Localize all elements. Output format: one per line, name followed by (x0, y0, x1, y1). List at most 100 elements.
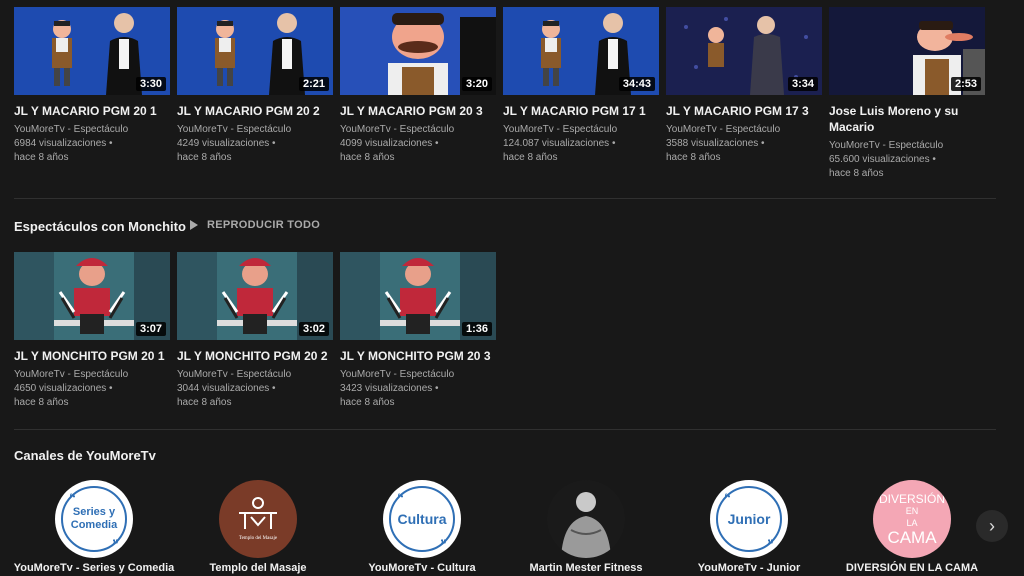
video-title[interactable]: Jose Luis Moreno y su Macario (829, 103, 985, 135)
view-count: 4249 visualizaciones • (177, 138, 276, 149)
video-thumbnail[interactable]: 3:07 (14, 252, 170, 340)
channel-name[interactable]: YouMoreTv - Espectáculo (340, 368, 496, 382)
view-count: 65.600 visualizaciones • (829, 154, 936, 165)
video-title[interactable]: JL Y MACARIO PGM 20 2 (177, 103, 333, 119)
video-card[interactable]: 3:30 JL Y MACARIO PGM 20 1 YouMoreTv - E… (14, 7, 170, 181)
channel-avatar[interactable]: DIVERSIÓN EN LA CAMA (873, 480, 951, 558)
channel-title[interactable]: DIVERSIÓN EN LA CAMA (830, 562, 994, 574)
video-card[interactable]: 2:21 JL Y MACARIO PGM 20 2 YouMoreTv - E… (177, 7, 333, 181)
temple-logo-icon (235, 497, 281, 536)
channel-name[interactable]: YouMoreTv - Espectáculo (340, 123, 496, 137)
upload-age: hace 8 años (340, 152, 395, 163)
video-thumbnail[interactable]: 3:30 (14, 7, 170, 95)
logo-text: EN (905, 505, 919, 516)
channel-name[interactable]: YouMoreTv - Espectáculo (503, 123, 659, 137)
video-thumbnail[interactable]: 3:02 (177, 252, 333, 340)
video-title[interactable]: JL Y MONCHITO PGM 20 3 (340, 348, 496, 364)
duration-badge: 3:02 (298, 322, 329, 336)
video-card[interactable]: 2:53 Jose Luis Moreno y su Macario YouMo… (829, 7, 985, 181)
video-card[interactable]: 34:43 JL Y MACARIO PGM 17 1 YouMoreTv - … (503, 7, 659, 181)
video-meta: YouMoreTv - Espectáculo 3423 visualizaci… (340, 368, 496, 410)
view-count: 4650 visualizaciones • (14, 383, 113, 394)
duration-badge: 1:36 (461, 322, 492, 336)
video-title[interactable]: JL Y MACARIO PGM 20 3 (340, 103, 496, 119)
channel-item[interactable]: DIVERSIÓN EN LA CAMA DIVERSIÓN EN LA CAMA (830, 480, 994, 574)
video-title[interactable]: JL Y MACARIO PGM 20 1 (14, 103, 170, 119)
video-thumbnail[interactable]: 3:34 (666, 7, 822, 95)
channel-avatar[interactable]: “ Series y Comedia ” (55, 480, 133, 558)
upload-age: hace 8 años (829, 168, 884, 179)
logo-text: DIVERSIÓN (878, 491, 945, 506)
upload-age: hace 8 años (14, 152, 69, 163)
upload-age: hace 8 años (177, 397, 232, 408)
duration-badge: 3:30 (135, 77, 166, 91)
duration-badge: 3:07 (135, 322, 166, 336)
view-count: 3588 visualizaciones • (666, 138, 765, 149)
section-divider (14, 198, 996, 199)
section-divider (14, 429, 996, 430)
video-card[interactable]: 3:20 JL Y MACARIO PGM 20 3 YouMoreTv - E… (340, 7, 496, 181)
video-card[interactable]: 3:02 JL Y MONCHITO PGM 20 2 YouMoreTv - … (177, 252, 333, 410)
channel-avatar[interactable]: Templo del Masaje (219, 480, 297, 558)
play-icon (190, 220, 198, 230)
fitness-person-icon (561, 492, 611, 558)
channel-item[interactable]: Martin Mester Fitness (504, 480, 668, 574)
video-card[interactable]: 3:34 JL Y MACARIO PGM 17 3 YouMoreTv - E… (666, 7, 822, 181)
video-title[interactable]: JL Y MONCHITO PGM 20 2 (177, 348, 333, 364)
video-meta: YouMoreTv - Espectáculo 4650 visualizaci… (14, 368, 170, 410)
video-thumbnail[interactable]: 1:36 (340, 252, 496, 340)
video-card[interactable]: 1:36 JL Y MONCHITO PGM 20 3 YouMoreTv - … (340, 252, 496, 410)
logo-text: LA (906, 517, 918, 528)
channel-name[interactable]: YouMoreTv - Espectáculo (14, 368, 170, 382)
logo-text: Comedia (70, 519, 118, 531)
video-meta: YouMoreTv - Espectáculo 4249 visualizaci… (177, 123, 333, 165)
video-meta: YouMoreTv - Espectáculo 4099 visualizaci… (340, 123, 496, 165)
chevron-right-icon: › (989, 515, 995, 536)
video-meta: YouMoreTv - Espectáculo 3588 visualizaci… (666, 123, 822, 165)
channel-title[interactable]: YouMoreTv - Series y Comedia (12, 562, 176, 574)
video-meta: YouMoreTv - Espectáculo 6984 visualizaci… (14, 123, 170, 165)
channel-name[interactable]: YouMoreTv - Espectáculo (829, 139, 985, 153)
channel-avatar[interactable]: “ Junior ” (710, 480, 788, 558)
quote-close-icon: ” (112, 536, 119, 552)
play-all-button[interactable]: REPRODUCIR TODO (190, 219, 320, 231)
channel-avatar[interactable] (547, 480, 625, 558)
duration-badge: 34:43 (618, 77, 655, 91)
channel-title[interactable]: Martin Mester Fitness (504, 562, 668, 574)
video-meta: YouMoreTv - Espectáculo 124.087 visualiz… (503, 123, 659, 165)
channel-name[interactable]: YouMoreTv - Espectáculo (666, 123, 822, 137)
quote-close-icon: ” (767, 536, 774, 552)
channel-carousel: “ Series y Comedia ” YouMoreTv - Series y… (0, 480, 1024, 576)
channel-item[interactable]: “ Junior ” YouMoreTv - Junior (667, 480, 831, 574)
video-thumbnail[interactable]: 3:20 (340, 7, 496, 95)
logo-text: CAMA (887, 527, 937, 547)
channel-name[interactable]: YouMoreTv - Espectáculo (14, 123, 170, 137)
play-all-label: REPRODUCIR TODO (207, 219, 321, 231)
duration-badge: 2:21 (298, 77, 329, 91)
view-count: 4099 visualizaciones • (340, 138, 439, 149)
video-title[interactable]: JL Y MACARIO PGM 17 1 (503, 103, 659, 119)
video-title[interactable]: JL Y MONCHITO PGM 20 1 (14, 348, 170, 364)
video-thumbnail[interactable]: 2:21 (177, 7, 333, 95)
logo-text: Series y (72, 506, 116, 518)
duration-badge: 3:34 (787, 77, 818, 91)
channel-avatar[interactable]: “ Cultura ” (383, 480, 461, 558)
video-thumbnail[interactable]: 34:43 (503, 7, 659, 95)
video-meta: YouMoreTv - Espectáculo 3044 visualizaci… (177, 368, 333, 410)
quote-open-icon: “ (69, 490, 76, 506)
quote-open-icon: “ (397, 490, 404, 506)
channel-item[interactable]: “ Cultura ” YouMoreTv - Cultura (340, 480, 504, 574)
channel-item[interactable]: Templo del Masaje Templo del Masaje (176, 480, 340, 574)
channel-title[interactable]: YouMoreTv - Junior (667, 562, 831, 574)
video-card[interactable]: 3:07 JL Y MONCHITO PGM 20 1 YouMoreTv - … (14, 252, 170, 410)
carousel-next-button[interactable]: › (976, 510, 1008, 542)
channel-name[interactable]: YouMoreTv - Espectáculo (177, 368, 333, 382)
logo-text: Junior (727, 510, 771, 527)
upload-age: hace 8 años (503, 152, 558, 163)
channel-title[interactable]: Templo del Masaje (176, 562, 340, 574)
channel-name[interactable]: YouMoreTv - Espectáculo (177, 123, 333, 137)
channel-title[interactable]: YouMoreTv - Cultura (340, 562, 504, 574)
video-title[interactable]: JL Y MACARIO PGM 17 3 (666, 103, 822, 119)
channel-item[interactable]: “ Series y Comedia ” YouMoreTv - Series y… (12, 480, 176, 574)
video-thumbnail[interactable]: 2:53 (829, 7, 985, 95)
